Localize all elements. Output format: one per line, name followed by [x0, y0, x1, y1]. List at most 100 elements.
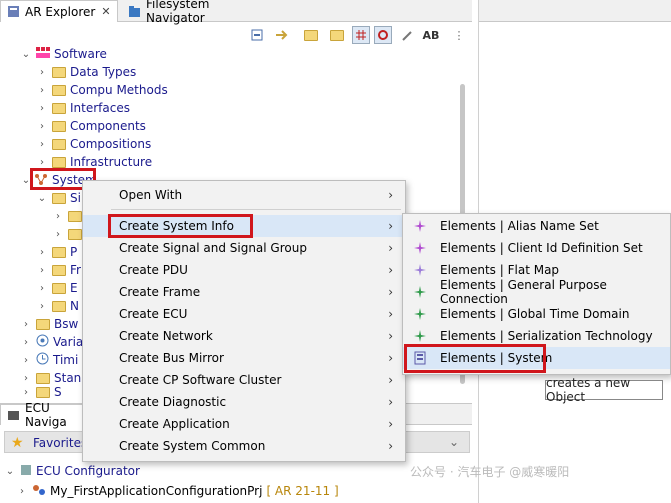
tree-item-fr[interactable]: › Fr [36, 261, 81, 279]
tab-label: Filesystem Navigator [146, 0, 210, 25]
ecu-configurator-item[interactable]: ⌄ ECU Configurator [4, 462, 140, 480]
tree-label: P [70, 245, 78, 259]
chevron-right-icon[interactable]: › [36, 265, 48, 276]
chevron-right-icon[interactable]: › [20, 337, 32, 348]
filter-folder-icon[interactable] [302, 26, 320, 44]
tooltip: creates a new Object [545, 376, 663, 404]
submenu-item-serialization-technology[interactable]: Elements | Serialization Technology [403, 325, 670, 347]
submenu-label: Elements | General Purpose Connection [440, 278, 607, 306]
view-menu-icon[interactable]: ⋮ [450, 26, 468, 44]
menu-item-create-frame[interactable]: Create Frame › [83, 281, 405, 303]
folder-icon [52, 102, 66, 114]
menu-item-create-cp-software-cluster[interactable]: Create CP Software Cluster › [83, 369, 405, 391]
tree-item-compositions[interactable]: › Compositions [36, 135, 151, 153]
menu-item-create-system-info[interactable]: Create System Info › [83, 215, 405, 237]
chevron-right-icon[interactable]: › [16, 486, 28, 497]
menu-item-open-with[interactable]: Open With › [83, 184, 405, 206]
chevron-right-icon: › [388, 307, 393, 321]
folder-icon [36, 318, 50, 330]
folder-icon [52, 192, 66, 204]
menu-label: Create Application [119, 417, 230, 431]
chevron-right-icon[interactable]: › [20, 355, 32, 366]
menu-item-create-pdu[interactable]: Create PDU › [83, 259, 405, 281]
chevron-right-icon: › [388, 373, 393, 387]
chevron-down-icon[interactable]: ⌄ [4, 466, 16, 477]
submenu-label: Elements | Flat Map [440, 263, 560, 277]
submenu-item-client-id-definition-set[interactable]: Elements | Client Id Definition Set [403, 237, 670, 259]
tree-label: Software [54, 47, 107, 61]
refresh-icon[interactable] [374, 26, 392, 44]
tab-ecu-navigator[interactable]: ECU Naviga [0, 401, 90, 429]
sparkle-icon [413, 329, 427, 343]
chevron-right-icon[interactable]: › [20, 319, 32, 330]
chevron-right-icon[interactable]: › [36, 139, 48, 150]
system-tree-icon [34, 173, 48, 188]
tree-label: Interfaces [70, 101, 130, 115]
submenu-label: Elements | System [440, 351, 553, 365]
star-icon: ★ [11, 435, 24, 451]
menu-item-create-diagnostic[interactable]: Create Diagnostic › [83, 391, 405, 413]
wand-icon[interactable] [398, 26, 416, 44]
tab-ar-explorer[interactable]: AR Explorer ✕ [0, 0, 118, 22]
tree-item-bsw[interactable]: › Bsw [20, 315, 78, 333]
chevron-right-icon[interactable]: › [36, 301, 48, 312]
tab-filesystem-navigator[interactable]: Filesystem Navigator [122, 0, 262, 25]
tree-item-standards[interactable]: › Stan [20, 369, 81, 387]
tree-item-s-partial[interactable]: › S [20, 386, 62, 398]
menu-item-create-bus-mirror[interactable]: Create Bus Mirror › [83, 347, 405, 369]
folder-icon [52, 264, 66, 276]
menu-item-create-ecu[interactable]: Create ECU › [83, 303, 405, 325]
chevron-right-icon[interactable]: › [20, 387, 32, 398]
folder-icon [52, 138, 66, 150]
menu-label: Create Network [119, 329, 213, 343]
menu-item-create-signal[interactable]: Create Signal and Signal Group › [83, 237, 405, 259]
tree-item-software[interactable]: ⌄ Software [20, 45, 107, 63]
chevron-right-icon[interactable]: › [36, 121, 48, 132]
filter-folder-2-icon[interactable] [328, 26, 346, 44]
project-item[interactable]: › My_FirstApplicationConfigurationPrj [ … [16, 482, 339, 500]
tree-item-interfaces[interactable]: › Interfaces [36, 99, 130, 117]
chevron-down-icon[interactable]: ⌄ [20, 175, 32, 186]
tree-item-data-types[interactable]: › Data Types [36, 63, 136, 81]
collapse-all-icon[interactable] [248, 26, 266, 44]
clock-icon [36, 352, 49, 368]
chevron-right-icon[interactable]: › [52, 211, 64, 222]
chevron-down-icon[interactable]: ⌄ [36, 193, 48, 204]
submenu-item-global-time-domain[interactable]: Elements | Global Time Domain [403, 303, 670, 325]
menu-item-create-network[interactable]: Create Network › [83, 325, 405, 347]
menu-item-create-application[interactable]: Create Application › [83, 413, 405, 435]
chevron-double-down-icon[interactable]: ⌄ [449, 435, 459, 449]
menu-item-create-system-common[interactable]: Create System Common › [83, 435, 405, 457]
chevron-right-icon[interactable]: › [52, 229, 64, 240]
chevron-right-icon[interactable]: › [36, 85, 48, 96]
tree-item-p[interactable]: › P [36, 243, 77, 261]
sparkle-icon [413, 241, 427, 255]
submenu-item-alias-name-set[interactable]: Elements | Alias Name Set [403, 215, 670, 237]
tree-item-infrastructure[interactable]: › Infrastructure [36, 153, 152, 171]
tree-item-e[interactable]: › E [36, 279, 78, 297]
grid-filter-icon[interactable] [352, 26, 370, 44]
close-icon[interactable]: ✕ [101, 5, 110, 18]
submenu-item-system[interactable]: Elements | System [403, 347, 670, 369]
chevron-right-icon[interactable]: › [36, 283, 48, 294]
chevron-down-icon[interactable]: ⌄ [20, 49, 32, 60]
tree-item-components[interactable]: › Components [36, 117, 146, 135]
tree-item-n[interactable]: › N [36, 297, 79, 315]
chevron-right-icon[interactable]: › [36, 67, 48, 78]
tree-item-variants[interactable]: › Varia [20, 333, 83, 351]
chevron-right-icon[interactable]: › [36, 247, 48, 258]
project-label: My_FirstApplicationConfigurationPrj [50, 484, 263, 498]
tree-label: Varia [53, 335, 84, 349]
tree-item-timing[interactable]: › Timi [20, 351, 78, 369]
menu-label: Create ECU [119, 307, 188, 321]
chevron-right-icon[interactable]: › [36, 103, 48, 114]
link-editor-icon[interactable] [272, 26, 290, 44]
chevron-right-icon[interactable]: › [20, 373, 32, 384]
tree-item-compu-methods[interactable]: › Compu Methods [36, 81, 168, 99]
chevron-right-icon[interactable]: › [36, 157, 48, 168]
ab-button[interactable]: AB [420, 26, 442, 44]
submenu-item-general-purpose-connection[interactable]: Elements | General Purpose Connection [403, 278, 670, 306]
tree-item-si[interactable]: ⌄ Si [36, 189, 81, 207]
editor-tab-bar: AR Explorer ✕ Filesystem Navigator [0, 0, 472, 25]
tab-label: ECU Naviga [25, 401, 67, 429]
